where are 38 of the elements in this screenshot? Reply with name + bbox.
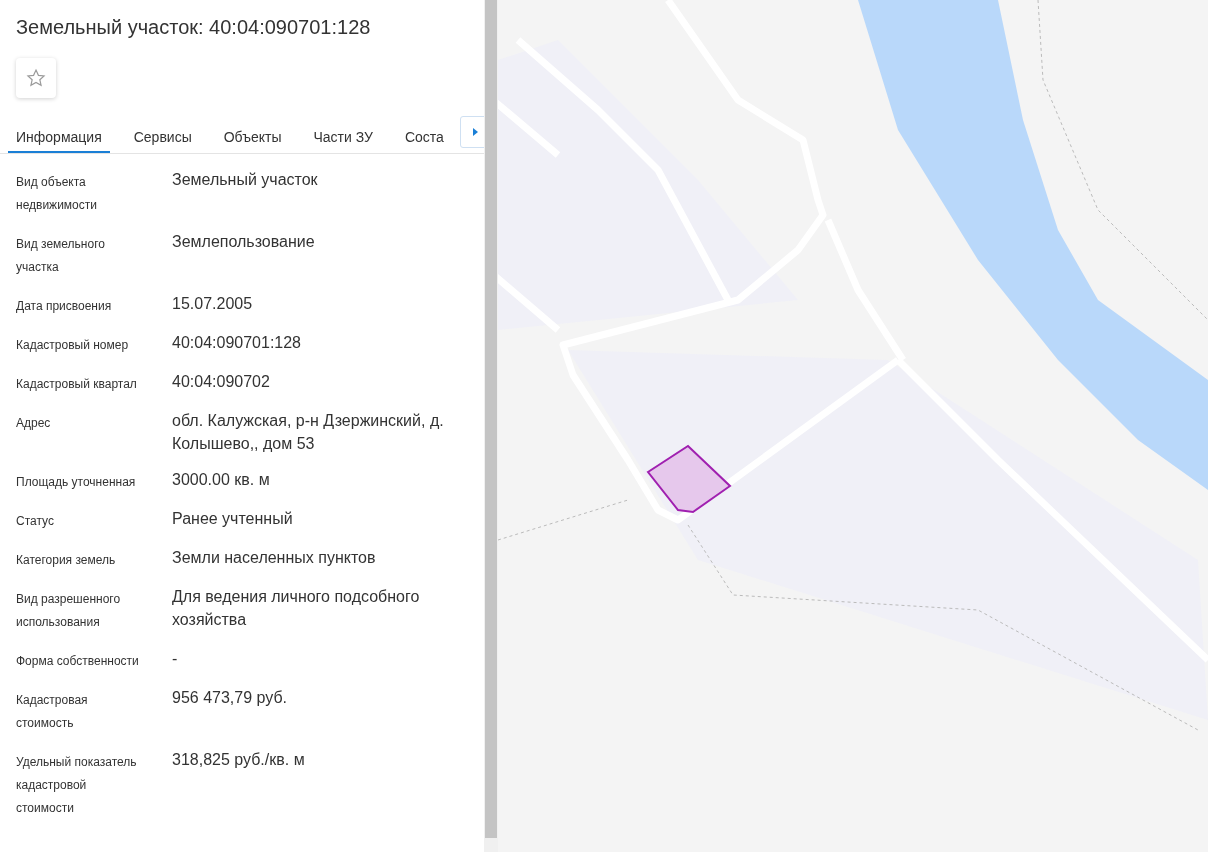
favorite-button[interactable]	[16, 58, 56, 98]
property-value: Для ведения личного подсобного хозяйства	[172, 587, 421, 630]
page-title: Земельный участок: 40:04:090701:128	[16, 15, 372, 40]
property-label: Адрес	[16, 415, 52, 432]
property-value: Ранее учтенный	[172, 509, 294, 529]
property-label: Кадастровая стоимость	[16, 692, 89, 732]
caret-right-icon	[473, 128, 479, 136]
property-value: 40:04:090702	[172, 372, 271, 392]
tab[interactable]: Объекты	[215, 116, 290, 153]
tab[interactable]: Части ЗУ	[305, 116, 381, 153]
property-value: 15.07.2005	[172, 294, 254, 314]
scrollbar-thumb[interactable]	[485, 0, 497, 838]
scrollbar[interactable]	[484, 0, 498, 852]
property-label: Дата присвоения	[16, 298, 113, 315]
property-label: Кадастровый номер	[16, 337, 130, 354]
property-value: Земельный участок	[172, 170, 319, 190]
property-label: Кадастровый квартал	[16, 376, 138, 393]
property-value: 318,825 руб./кв. м	[172, 750, 306, 770]
tab[interactable]: Соста	[396, 116, 452, 153]
property-label: Удельный показатель кадастровой стоимости	[16, 754, 138, 817]
property-value: 3000.00 кв. м	[172, 470, 271, 490]
property-value: Землепользование	[172, 232, 316, 252]
property-label: Категория земель	[16, 552, 117, 569]
property-label: Статус	[16, 513, 55, 530]
property-value: -	[172, 649, 179, 669]
property-value: 40:04:090701:128	[172, 333, 302, 353]
property-value: 956 473,79 руб.	[172, 688, 289, 708]
property-label: Вид земельного участка	[16, 236, 106, 276]
tab[interactable]: Сервисы	[125, 116, 200, 153]
star-icon	[26, 68, 46, 88]
property-label: Форма собственности	[16, 653, 140, 670]
property-value: обл. Калужская, р-н Дзержинский, д. Колышево,, дом 53	[172, 411, 445, 454]
property-label: Вид объекта недвижимости	[16, 174, 98, 214]
property-label: Площадь уточненная	[16, 474, 137, 491]
tab[interactable]: Информация	[8, 116, 110, 153]
property-label: Вид разрешенного использования	[16, 591, 122, 631]
scroll-tabs-button[interactable]	[459, 116, 484, 148]
property-value: Земли населенных пунктов	[172, 548, 377, 568]
